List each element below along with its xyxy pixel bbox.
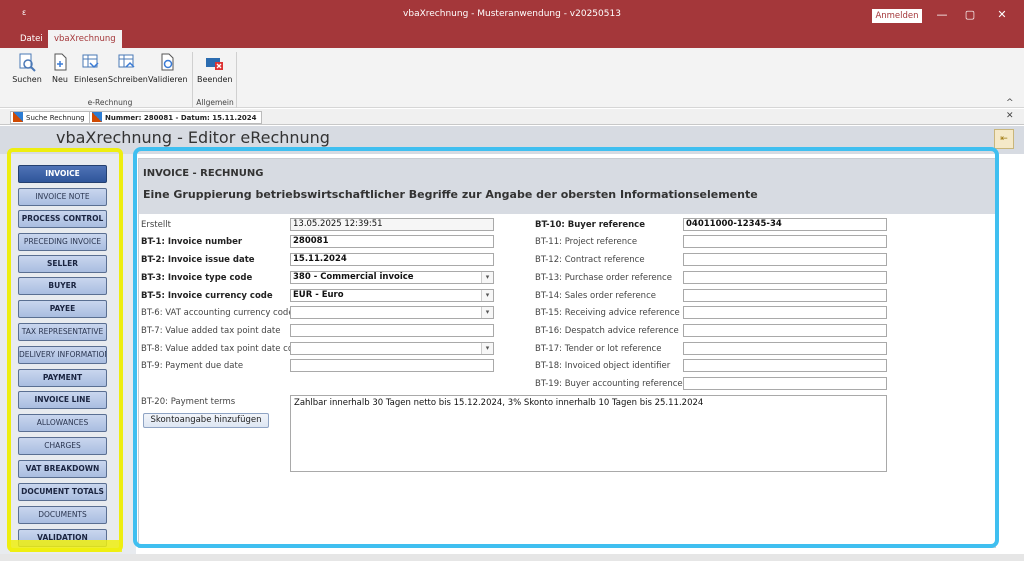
status-bar [0, 554, 1024, 561]
search-button[interactable]: Suchen [12, 52, 42, 92]
doc-tab-invoice-label: Nummer: 280081 - Datum: 15.11.2024 [105, 114, 257, 122]
minimize-icon[interactable]: — [930, 6, 954, 24]
group-label-allgemein: Allgemein [196, 98, 234, 107]
close-doc-tab-icon[interactable]: ✕ [1006, 111, 1014, 121]
write-button[interactable]: Schreiben [108, 52, 148, 92]
ribbon-tab-row [0, 30, 1024, 48]
login-button[interactable]: Anmelden [872, 9, 922, 23]
maximize-icon[interactable]: ▢ [958, 6, 982, 24]
highlight-annotation-main [133, 147, 999, 548]
import-icon [82, 54, 99, 69]
close-icon[interactable]: ✕ [990, 6, 1014, 24]
ribbon-group-separator [192, 52, 193, 108]
new-button[interactable]: Neu [50, 52, 70, 92]
tab-datei[interactable]: Datei [14, 30, 49, 48]
exit-icon [206, 58, 223, 70]
search-icon [19, 53, 36, 72]
export-icon [118, 54, 135, 68]
app-title: vbaXrechnung - Editor eRechnung [56, 128, 330, 147]
quick-access-icon[interactable]: ε [22, 8, 26, 17]
window-title: vbaXrechnung - Musteranwendung - v202505… [403, 9, 621, 19]
collapse-ribbon-icon[interactable]: ^ [1006, 98, 1014, 108]
highlight-annotation-stroke [10, 540, 122, 552]
import-button-label: Einlesen [74, 75, 108, 84]
ribbon-group-separator [236, 52, 237, 108]
doc-tab-search-label: Suche Rechnung [26, 114, 85, 122]
side-panel-icon[interactable]: ⇤ [994, 129, 1014, 149]
title-bar: vbaXrechnung - Musteranwendung - v202505… [0, 0, 1024, 30]
access-form-icon [92, 112, 102, 122]
exit-button[interactable]: Beenden [197, 52, 233, 92]
new-button-label: Neu [52, 75, 68, 84]
validate-icon [161, 53, 174, 71]
group-label-erechnung: e-Rechnung [87, 98, 133, 107]
exit-button-label: Beenden [197, 75, 233, 84]
validate-button[interactable]: Validieren [148, 52, 188, 92]
search-button-label: Suchen [12, 75, 42, 84]
access-form-icon [13, 112, 23, 122]
doc-tab-search[interactable]: Suche Rechnung [10, 111, 90, 124]
new-document-icon [54, 53, 67, 71]
highlight-annotation-nav [7, 148, 123, 552]
tab-vbaxrechnung[interactable]: vbaXrechnung [48, 30, 122, 48]
validate-button-label: Validieren [148, 75, 188, 84]
import-button[interactable]: Einlesen [74, 52, 108, 92]
doc-tab-invoice[interactable]: Nummer: 280081 - Datum: 15.11.2024 [89, 111, 262, 124]
write-button-label: Schreiben [108, 75, 148, 84]
